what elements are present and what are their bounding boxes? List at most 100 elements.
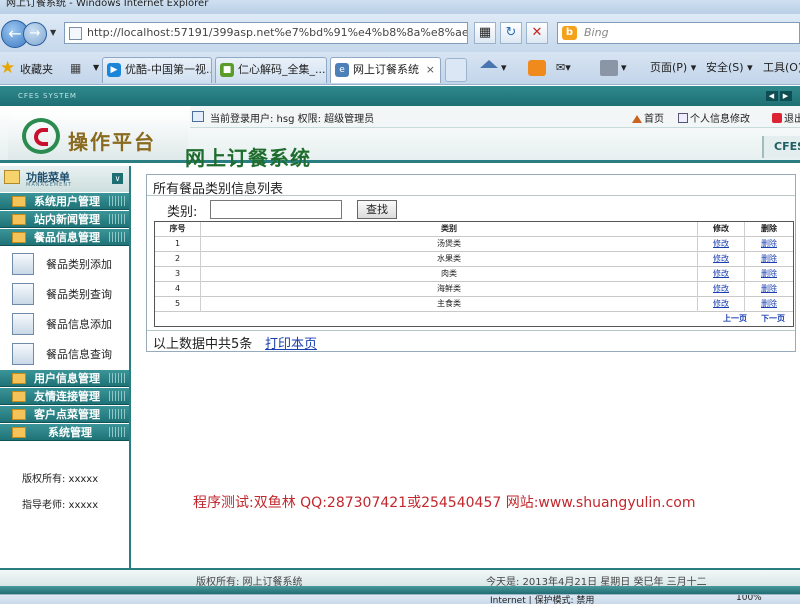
delete-link[interactable]: 删除 (745, 267, 793, 282)
tab-list-dropdown-icon[interactable]: ▼ (93, 63, 99, 72)
delete-link[interactable]: 删除 (745, 237, 793, 252)
table-header-row: 序号 类别 修改 删除 (155, 222, 793, 237)
grip-icon (109, 391, 127, 401)
grip-icon (109, 214, 127, 224)
row-number: 2 (155, 252, 201, 267)
close-tab-icon[interactable]: × (426, 58, 435, 82)
sidebar-item-add-category[interactable]: 餐品类别添加 (0, 248, 129, 278)
bank-logo-icon (22, 118, 60, 154)
mail-button[interactable]: ✉▾ (556, 58, 571, 78)
app-frame: CFES SYSTEM ◀ ▶ 操作平台 网上订餐系统 当前登录用户: hsg … (0, 86, 800, 604)
footer-strip (0, 586, 800, 594)
rss-icon (528, 60, 546, 76)
form-icon (12, 253, 34, 275)
delete-link[interactable]: 删除 (745, 252, 793, 267)
refresh-button[interactable]: ↻ (500, 22, 522, 44)
logout-link[interactable]: 退出 (772, 110, 800, 125)
row-category: 汤煲类 (201, 237, 698, 252)
tab-row: ★ 收藏夹 ▦ ▼ ▶ 优酷-中国第一视... ■ 仁心解码_全集_... e … (0, 52, 800, 85)
menu-group-system-admin[interactable]: 系统管理 (0, 424, 129, 441)
edit-link[interactable]: 修改 (698, 297, 745, 312)
grip-icon (109, 232, 127, 242)
stop-icon: ✕ (531, 25, 543, 40)
search-placeholder: Bing (584, 26, 609, 39)
sidebar-item-label: 餐品信息添加 (46, 318, 112, 331)
sidebar-item-label: 餐品类别查询 (46, 288, 112, 301)
tab-video-site[interactable]: ■ 仁心解码_全集_... (215, 57, 327, 83)
menu-group-customer-orders[interactable]: 客户点菜管理 (0, 406, 129, 423)
menu-group-system-users[interactable]: 系统用户管理 (0, 193, 129, 210)
collapse-icon[interactable]: ∨ (112, 173, 123, 184)
edit-link[interactable]: 修改 (698, 252, 745, 267)
scroll-left-icon[interactable]: ◀ (766, 91, 778, 101)
sidebar-item-query-category[interactable]: 餐品类别查询 (0, 278, 129, 308)
address-row: ← → ▼ http://localhost:57191/399asp.net%… (0, 14, 800, 52)
sidebar-item-add-food[interactable]: 餐品信息添加 (0, 308, 129, 338)
edit-link[interactable]: 修改 (698, 267, 745, 282)
zoom-level[interactable]: 100% (736, 595, 762, 603)
delete-link[interactable]: 删除 (745, 282, 793, 297)
print-page-link[interactable]: 打印本页 (265, 333, 317, 352)
edit-link[interactable]: 修改 (698, 237, 745, 252)
menu-folder-icon (4, 170, 20, 184)
sidebar-item-query-food[interactable]: 餐品信息查询 (0, 338, 129, 368)
menu-group-label: 系统管理 (48, 426, 92, 439)
sidebar-item-label: 餐品类别添加 (46, 258, 112, 271)
tab-youku[interactable]: ▶ 优酷-中国第一视... (102, 57, 212, 83)
edit-link[interactable]: 修改 (698, 282, 745, 297)
pagination: 上一页 下一页 (155, 312, 793, 326)
sidebar-footer: 版权所有: xxxxx 指导老师: xxxxx (0, 456, 129, 584)
row-number: 3 (155, 267, 201, 282)
column-header-category: 类别 (201, 222, 698, 237)
folder-icon (12, 373, 26, 384)
search-button[interactable]: 查找 (357, 200, 397, 219)
tab-ordering-system[interactable]: e 网上订餐系统 × (330, 57, 441, 83)
user-bar: 当前登录用户: hsg 权限: 超级管理员 首页 个人信息修改 退出 (190, 106, 800, 128)
grip-icon (109, 427, 127, 437)
dropdown-icon: ▾ (565, 61, 571, 74)
current-user-info: 当前登录用户: hsg 权限: 超级管理员 (210, 114, 375, 125)
logout-link-label: 退出 (784, 114, 800, 125)
profile-edit-link[interactable]: 个人信息修改 (678, 110, 750, 125)
home-button[interactable]: ▾ (480, 58, 507, 78)
prev-page-link[interactable]: 上一页 (723, 313, 747, 324)
status-bar: Internet | 保护模式: 禁用 100% (0, 594, 800, 604)
tools-menu[interactable]: 工具(O) (763, 58, 800, 78)
corner-tag: CFES (762, 136, 800, 158)
favorites-label[interactable]: 收藏夹 (20, 61, 53, 77)
page-menu[interactable]: 页面(P) ▾ (650, 58, 696, 78)
history-dropdown-icon[interactable]: ▼ (50, 28, 56, 37)
menu-group-friend-links[interactable]: 友情连接管理 (0, 388, 129, 405)
menu-group-user-info[interactable]: 用户信息管理 (0, 370, 129, 387)
menu-group-site-news[interactable]: 站内新闻管理 (0, 211, 129, 228)
print-button[interactable]: ▾ (600, 58, 627, 78)
favorites-star-icon[interactable]: ★ (0, 58, 15, 78)
home-icon (480, 60, 498, 68)
app-header: 操作平台 网上订餐系统 当前登录用户: hsg 权限: 超级管理员 首页 个人信… (0, 106, 800, 170)
feeds-button[interactable] (528, 58, 549, 78)
folder-icon (12, 214, 26, 225)
safety-menu[interactable]: 安全(S) ▾ (706, 58, 753, 78)
quick-tabs-icon[interactable]: ▦ (70, 61, 81, 75)
menu-group-food-info[interactable]: 餐品信息管理 (0, 229, 129, 246)
scroll-right-icon[interactable]: ▶ (780, 91, 792, 101)
category-search-input[interactable] (210, 200, 342, 219)
compatibility-view-button[interactable]: ▦ (474, 22, 496, 44)
category-table: 序号 类别 修改 删除 1 汤煲类 修改 删除 2 水果类 修改 删除 3 肉类… (154, 221, 794, 327)
folder-icon (12, 232, 26, 243)
profile-link-label: 个人信息修改 (690, 114, 750, 125)
dropdown-icon: ▾ (621, 61, 627, 74)
search-box[interactable]: b Bing (557, 22, 800, 44)
address-bar[interactable]: http://localhost:57191/399asp.net%e7%bd%… (64, 22, 468, 44)
home-link[interactable]: 首页 (632, 110, 664, 125)
next-page-link[interactable]: 下一页 (761, 313, 785, 324)
forward-button[interactable]: → (23, 22, 47, 46)
delete-link[interactable]: 删除 (745, 297, 793, 312)
menu-group-label: 用户信息管理 (34, 372, 100, 385)
sidebar-copyright: 版权所有: xxxxx (22, 474, 99, 485)
grip-icon (109, 373, 127, 383)
menu-group-label: 餐品信息管理 (34, 231, 100, 244)
stop-button[interactable]: ✕ (526, 22, 548, 44)
new-tab-button[interactable] (445, 58, 467, 82)
menu-header: 功能菜单 MANAGEMENT ∨ (0, 166, 129, 192)
